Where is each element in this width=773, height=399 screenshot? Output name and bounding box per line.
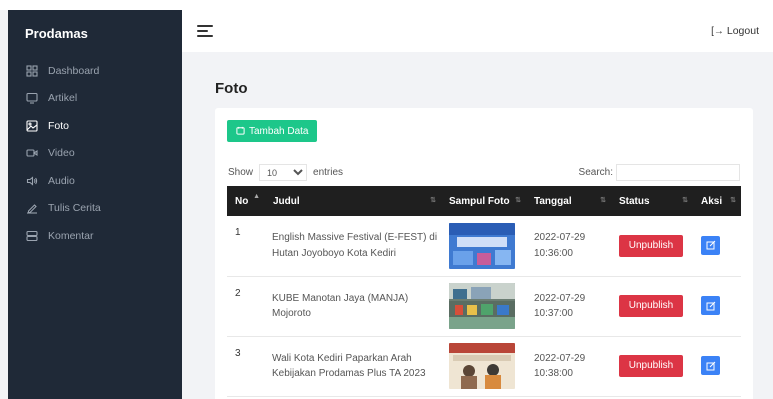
sidebar-item-label: Tulis Cerita <box>48 202 101 215</box>
edit-button[interactable] <box>701 356 720 375</box>
table-row: 1 English Massive Festival (E-FEST) di Hu… <box>227 216 741 276</box>
top-bar: [→ Logout <box>182 10 773 52</box>
edit-button[interactable] <box>701 235 720 255</box>
row-status: Unpublish <box>611 336 693 396</box>
sidebar-item-video[interactable]: Video <box>8 140 182 168</box>
logout-label: Logout <box>726 25 759 37</box>
unpublish-button[interactable]: Unpublish <box>619 234 683 257</box>
unpublish-button[interactable]: Unpublish <box>619 355 683 377</box>
sidebar-item-label: Video <box>48 147 75 160</box>
row-date: 2022-07-29 10:38:00 <box>534 352 586 380</box>
column-header-tanggal[interactable]: Tanggal ⇅ <box>526 186 611 216</box>
row-cover <box>441 276 526 336</box>
row-cover <box>441 216 526 276</box>
sidebar: Prodamas Dashboard Artikel Foto Video Au… <box>8 10 182 399</box>
sidebar-item-label: Komentar <box>48 229 94 242</box>
show-label: Show <box>228 167 254 178</box>
sidebar-item-audio[interactable]: Audio <box>8 167 182 195</box>
add-data-button[interactable]: Tambah Data <box>227 120 318 142</box>
sort-icon: ⇅ <box>600 197 606 204</box>
column-header-sampul[interactable]: Sampul Foto ⇅ <box>441 186 526 216</box>
content-card: Tambah Data Show 10 entries Search: No ▲ … <box>215 108 753 399</box>
row-actions <box>693 276 741 336</box>
row-date: 2022-07-29 10:37:00 <box>534 292 586 320</box>
speaker-icon <box>26 175 38 187</box>
edit-icon <box>706 301 715 310</box>
sidebar-item-foto[interactable]: Foto <box>8 112 182 140</box>
entries-select[interactable]: 10 <box>259 164 308 181</box>
row-number: 1 <box>235 227 241 238</box>
sort-icon: ⇅ <box>682 197 688 204</box>
row-date: 2022-07-29 10:36:00 <box>534 232 586 259</box>
row-number: 2 <box>235 287 241 299</box>
row-number: 3 <box>235 347 241 359</box>
server-icon <box>26 230 38 242</box>
column-header-no[interactable]: No ▲ <box>227 186 265 216</box>
row-title: Wali Kota Kediri Paparkan Arah Kebijakan … <box>272 352 426 380</box>
search-input[interactable] <box>616 164 740 181</box>
add-icon <box>236 126 245 137</box>
page-title: Foto <box>215 80 248 97</box>
sort-icon: ⇅ <box>430 197 436 204</box>
sidebar-item-label: Artikel <box>48 92 78 105</box>
cover-thumbnail[interactable] <box>449 222 515 269</box>
entries-control: Show 10 entries <box>228 164 343 181</box>
top-strip <box>0 0 773 10</box>
sort-icon: ⇅ <box>515 197 521 204</box>
row-actions <box>693 216 741 276</box>
table-row: 2 KUBE Manotan Jaya (MANJA) Mojoroto 202… <box>227 276 741 336</box>
column-header-status[interactable]: Status ⇅ <box>611 186 693 216</box>
entries-suffix: entries <box>313 167 344 178</box>
table-row: 3 Wali Kota Kediri Paparkan Arah Kebijaka… <box>227 336 741 396</box>
data-table: No ▲ Judul ⇅ Sampul Foto ⇅ Tanggal ⇅ Status ⇅… <box>227 186 741 397</box>
sidebar-item-label: Dashboard <box>48 64 100 77</box>
unpublish-button[interactable]: Unpublish <box>619 295 683 317</box>
column-header-judul[interactable]: Judul ⇅ <box>265 186 441 216</box>
sidebar-item-tulis-cerita[interactable]: Tulis Cerita <box>8 195 182 223</box>
table-header-row: No ▲ Judul ⇅ Sampul Foto ⇅ Tanggal ⇅ Status ⇅… <box>227 186 741 216</box>
logout-button[interactable]: [→ Logout <box>711 25 759 37</box>
cover-thumbnail[interactable] <box>449 283 515 329</box>
sidebar-item-label: Audio <box>48 174 75 187</box>
sort-asc-icon: ▲ <box>253 193 260 200</box>
row-title: KUBE Manotan Jaya (MANJA) Mojoroto <box>272 292 409 320</box>
grid-icon <box>26 65 38 77</box>
sidebar-item-komentar[interactable]: Komentar <box>8 222 182 250</box>
menu-toggle-icon[interactable] <box>197 25 213 37</box>
edit-button[interactable] <box>701 296 720 315</box>
sidebar-item-label: Foto <box>48 119 70 132</box>
row-status: Unpublish <box>611 276 693 336</box>
cover-thumbnail[interactable] <box>449 343 515 389</box>
monitor-icon <box>26 92 38 104</box>
add-data-label: Tambah Data <box>249 125 309 137</box>
edit-icon <box>706 361 715 370</box>
pen-icon <box>26 202 38 214</box>
video-icon <box>26 147 38 159</box>
logout-icon: [→ <box>711 25 724 37</box>
sidebar-item-dashboard[interactable]: Dashboard <box>8 57 182 85</box>
row-title: English Massive Festival (E-FEST) di Huta… <box>272 232 438 259</box>
sidebar-item-artikel[interactable]: Artikel <box>8 85 182 113</box>
brand-logo[interactable]: Prodamas <box>8 10 182 57</box>
edit-icon <box>706 240 715 250</box>
row-status: Unpublish <box>611 216 693 276</box>
column-header-aksi[interactable]: Aksi ⇅ <box>693 186 741 216</box>
sort-icon: ⇅ <box>730 197 736 204</box>
row-cover <box>441 336 526 396</box>
search-label: Search: <box>578 167 613 178</box>
search-control: Search: <box>579 164 740 181</box>
image-icon <box>26 120 38 132</box>
row-actions <box>693 336 741 396</box>
